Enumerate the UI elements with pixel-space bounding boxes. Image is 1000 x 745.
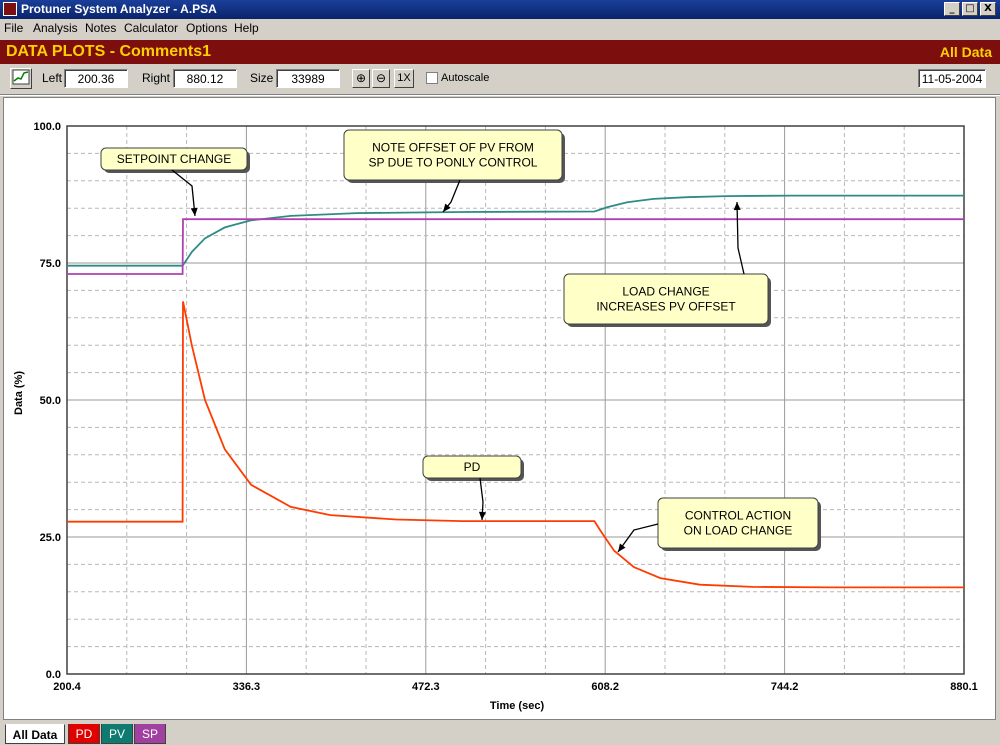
banner-title: DATA PLOTS - Comments1 [6, 43, 212, 60]
menu-file[interactable]: File [4, 19, 23, 37]
tab-all-data[interactable]: All Data [5, 724, 65, 744]
menu-notes[interactable]: Notes [85, 19, 116, 37]
callout-text: SETPOINT CHANGE [117, 152, 231, 166]
y-tick-label: 75.0 [40, 258, 61, 270]
x-tick-label: 608.2 [591, 681, 619, 693]
x-tick-label: 880.1 [950, 681, 978, 693]
y-tick-label: 50.0 [40, 395, 61, 407]
zoom-out-button[interactable]: ⊖ [372, 69, 390, 88]
y-axis-label: Data (%) [13, 371, 25, 415]
autoscale-checkbox[interactable] [426, 72, 438, 84]
menu-help[interactable]: Help [234, 19, 259, 37]
left-field[interactable]: 200.36 [64, 69, 128, 88]
tab-pv[interactable]: PV [101, 724, 133, 744]
series-sp-line [67, 218, 964, 275]
annotation-callout: NOTE OFFSET OF PV FROMSP DUE TO PONLY CO… [343, 129, 565, 213]
right-label: Right [142, 71, 171, 85]
y-tick-label: 25.0 [40, 532, 61, 544]
x-axis-label: Time (sec) [490, 700, 545, 712]
plot-banner: DATA PLOTS - Comments1 All Data [0, 40, 1000, 64]
menu-options[interactable]: Options [186, 19, 227, 37]
title-bar: Protuner System Analyzer - A.PSA _ □ X [0, 0, 1000, 19]
tab-bar: All Data PD PV SP [0, 722, 1000, 745]
chart-annotations: SETPOINT CHANGE NOTE OFFSET OF PV FROMSP … [100, 129, 821, 553]
x-tick-label: 744.2 [771, 681, 799, 693]
x-tick-label: 336.3 [233, 681, 261, 693]
chart-icon [12, 69, 30, 85]
annotation-callout: PD [422, 455, 524, 521]
arrow-head [478, 511, 486, 520]
maximize-button[interactable]: □ [962, 2, 978, 16]
annotation-callout: SETPOINT CHANGE [100, 147, 250, 217]
tab-sp[interactable]: SP [134, 724, 166, 744]
line-chart: 200.4 336.3 472.3 608.2 744.2 880.1 0.0 25.0 50.… [13, 121, 978, 712]
tab-pd[interactable]: PD [68, 724, 100, 744]
x-tick-label: 472.3 [412, 681, 440, 693]
arrow-head [190, 207, 198, 216]
arrow-head [733, 202, 741, 211]
zoom-1x-button[interactable]: 1X [394, 69, 414, 88]
annotation-callout: CONTROL ACTIONON LOAD CHANGE [617, 497, 821, 553]
chart-ticks: 200.4 336.3 472.3 608.2 744.2 880.1 0.0 25.0 50.… [33, 121, 977, 693]
arrow-head [618, 543, 626, 552]
callout-text: ON LOAD CHANGE [684, 524, 793, 538]
autoscale-label: Autoscale [441, 72, 490, 84]
menu-bar: File Analysis Notes Calculator Options H… [0, 19, 1000, 37]
y-tick-label: 100.0 [33, 121, 61, 133]
plot-area: 200.4 336.3 472.3 608.2 744.2 880.1 0.0 25.0 50.… [3, 97, 996, 720]
app-icon [3, 2, 17, 16]
x-tick-label: 200.4 [53, 681, 81, 693]
chart-grid [66, 125, 965, 675]
zoom-in-button[interactable]: ⊕ [352, 69, 370, 88]
size-field[interactable]: 33989 [276, 69, 340, 88]
minimize-button[interactable]: _ [944, 2, 960, 16]
menu-analysis[interactable]: Analysis [33, 19, 78, 37]
callout-text: LOAD CHANGE [622, 285, 709, 299]
window-title: Protuner System Analyzer - A.PSA [21, 2, 217, 16]
arrow-head [443, 203, 451, 212]
callout-text: NOTE OFFSET OF PV FROM [372, 141, 534, 155]
close-button[interactable]: X [980, 2, 996, 16]
series-pd-line [67, 301, 964, 589]
date-field: 11-05-2004 [918, 69, 986, 88]
right-field[interactable]: 880.12 [173, 69, 237, 88]
callout-text: CONTROL ACTION [685, 509, 791, 523]
series-pv-line [67, 194, 964, 267]
annotation-callout: LOAD CHANGEINCREASES PV OFFSET [563, 201, 771, 327]
size-label: Size [250, 71, 274, 85]
chart-series [67, 194, 964, 589]
menu-calculator[interactable]: Calculator [124, 19, 178, 37]
banner-mode: All Data [939, 44, 992, 60]
toolbar: Left 200.36 Right 880.12 Size 33989 ⊕ ⊖ … [0, 66, 1000, 92]
y-tick-label: 0.0 [46, 669, 61, 681]
left-label: Left [42, 71, 63, 85]
callout-text: SP DUE TO PONLY CONTROL [369, 156, 538, 170]
toolbar-separator [0, 94, 1000, 96]
callout-text: PD [464, 460, 481, 474]
callout-text: INCREASES PV OFFSET [596, 300, 736, 314]
chart-icon-button[interactable] [10, 68, 32, 89]
